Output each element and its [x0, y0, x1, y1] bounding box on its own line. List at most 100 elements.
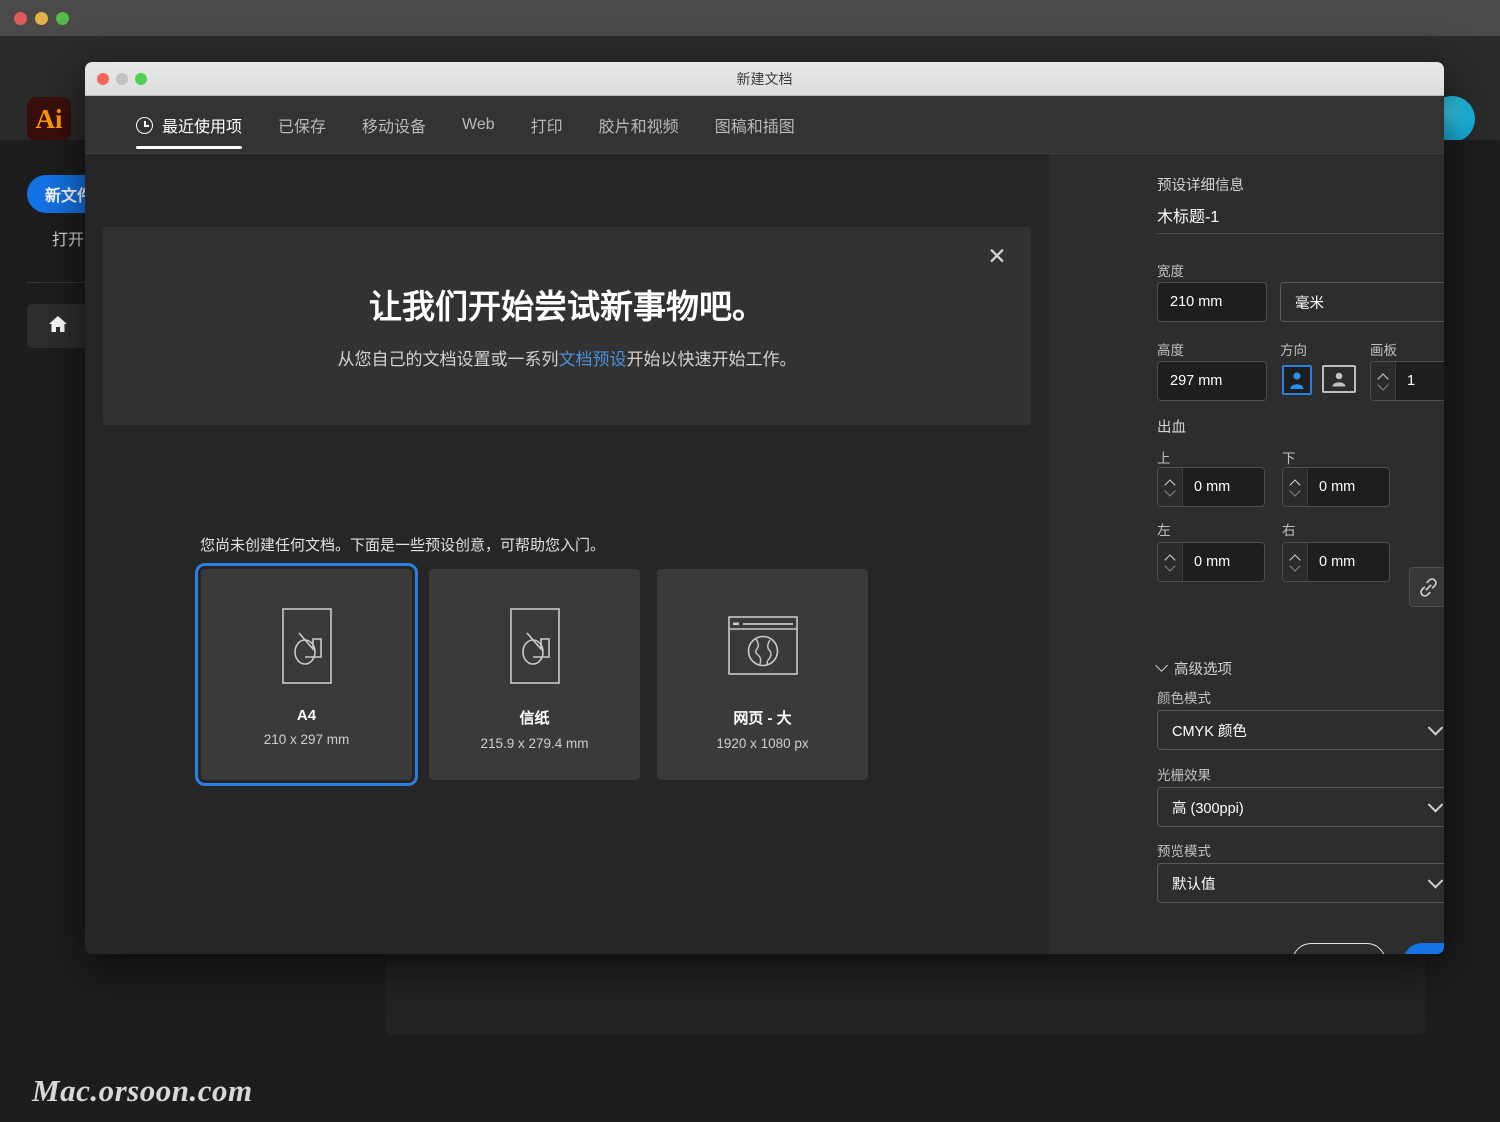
- advanced-options-label: 高级选项: [1174, 662, 1232, 678]
- close-icon[interactable]: ✕: [983, 243, 1011, 271]
- bleed-right-value: 0 mm: [1319, 554, 1356, 570]
- window-minimize-button[interactable]: [35, 12, 48, 25]
- bleed-right-stepper[interactable]: 0 mm: [1282, 542, 1390, 582]
- new-document-dialog: 新建文档 最近使用项 已保存 移动设备 Web 打印 胶片和视频 图稿和插图 ✕…: [85, 62, 1444, 954]
- preset-card-list: A4 210 x 297 mm 信纸 215.9 x 279.4 mm 网页 -…: [195, 563, 868, 786]
- bleed-bottom-label: 下: [1282, 451, 1296, 466]
- open-file-button[interactable]: 打开: [52, 226, 84, 250]
- banner-subtitle: 从您自己的文档设置或一系列文档预设开始以快速开始工作。: [103, 345, 1031, 370]
- chevron-down-icon[interactable]: [1379, 383, 1388, 389]
- link-icon[interactable]: [1409, 567, 1444, 607]
- document-presets-link[interactable]: 文档预设: [559, 350, 627, 369]
- preset-card-a4[interactable]: A4 210 x 297 mm: [195, 563, 418, 786]
- bleed-top-stepper[interactable]: 0 mm: [1157, 467, 1265, 507]
- width-label: 宽度: [1157, 264, 1184, 279]
- banner-subtitle-before: 从您自己的文档设置或一系列: [337, 350, 559, 369]
- stepper-arrows[interactable]: [1283, 468, 1308, 506]
- artboards-label: 画板: [1370, 343, 1397, 358]
- stepper-arrows[interactable]: [1371, 362, 1396, 400]
- tab-label: 已保存: [278, 119, 327, 136]
- tab-art-illustration[interactable]: 图稿和插图: [697, 96, 813, 154]
- window-maximize-button[interactable]: [56, 12, 69, 25]
- banner-subtitle-after: 开始以快速开始工作。: [626, 350, 797, 369]
- preview-mode-select[interactable]: 默认值: [1157, 863, 1444, 903]
- welcome-banner: ✕ 让我们开始尝试新事物吧。 从您自己的文档设置或一系列文档预设开始以快速开始工…: [103, 227, 1031, 425]
- advanced-options-toggle[interactable]: 高级选项: [1155, 658, 1232, 679]
- width-input[interactable]: 210 mm: [1157, 282, 1267, 322]
- chevron-up-icon[interactable]: [1166, 479, 1175, 485]
- home-icon: [47, 314, 69, 339]
- watermark: Mac.orsoon.com: [32, 1073, 253, 1108]
- chevron-down-icon: [1427, 720, 1444, 736]
- bleed-section-label: 出血: [1157, 420, 1186, 436]
- tab-mobile[interactable]: 移动设备: [344, 96, 444, 154]
- stepper-arrows[interactable]: [1283, 543, 1308, 581]
- chevron-down-icon[interactable]: [1166, 564, 1175, 570]
- bleed-top-value: 0 mm: [1194, 479, 1231, 495]
- raster-effects-value: 高 (300ppi): [1172, 800, 1244, 817]
- tab-label: 最近使用项: [162, 119, 243, 136]
- preset-size: 215.9 x 279.4 mm: [480, 736, 589, 751]
- bleed-top-label: 上: [1157, 451, 1171, 466]
- os-window-titlebar: [0, 0, 1500, 36]
- preset-name: 信纸: [519, 710, 550, 727]
- chevron-down-icon[interactable]: [1291, 489, 1300, 495]
- tab-web[interactable]: Web: [444, 96, 513, 154]
- units-value: 毫米: [1295, 295, 1324, 312]
- artboard-icon: [277, 607, 337, 685]
- background-panel: [385, 950, 1425, 1035]
- presets-pane: ✕ 让我们开始尝试新事物吧。 从您自己的文档设置或一系列文档预设开始以快速开始工…: [85, 154, 1049, 954]
- tab-film-video[interactable]: 胶片和视频: [581, 96, 697, 154]
- chevron-up-icon[interactable]: [1291, 479, 1300, 485]
- bleed-right-label: 右: [1282, 523, 1296, 538]
- preset-card-letter[interactable]: 信纸 215.9 x 279.4 mm: [429, 569, 640, 780]
- units-select[interactable]: 毫米: [1280, 282, 1444, 322]
- landscape-icon[interactable]: [1322, 365, 1356, 393]
- dialog-tabbar: 最近使用项 已保存 移动设备 Web 打印 胶片和视频 图稿和插图: [85, 96, 1444, 154]
- color-mode-label: 颜色模式: [1157, 691, 1211, 706]
- bleed-left-stepper[interactable]: 0 mm: [1157, 542, 1265, 582]
- height-input[interactable]: 297 mm: [1157, 361, 1267, 401]
- tab-label: 胶片和视频: [598, 119, 679, 136]
- chevron-up-icon[interactable]: [1379, 373, 1388, 379]
- preset-size: 210 x 297 mm: [263, 732, 350, 747]
- color-mode-value: CMYK 颜色: [1172, 723, 1247, 740]
- preset-name: A4: [296, 707, 317, 724]
- chevron-down-icon: [1427, 797, 1444, 813]
- chevron-up-icon[interactable]: [1291, 554, 1300, 560]
- preset-card-web-large[interactable]: 网页 - 大 1920 x 1080 px: [657, 569, 868, 780]
- bleed-bottom-stepper[interactable]: 0 mm: [1282, 467, 1390, 507]
- artboards-value: 1: [1407, 373, 1416, 389]
- window-close-button[interactable]: [14, 12, 27, 25]
- empty-state-hint: 您尚未创建任何文档。下面是一些预设创意，可帮助您入门。: [200, 537, 606, 554]
- close-button[interactable]: 关闭: [1292, 943, 1386, 954]
- tab-print[interactable]: 打印: [513, 96, 581, 154]
- raster-effects-label: 光栅效果: [1157, 768, 1211, 783]
- tab-recent[interactable]: 最近使用项: [118, 96, 260, 154]
- chevron-down-icon[interactable]: [1291, 564, 1300, 570]
- portrait-icon[interactable]: [1282, 365, 1312, 395]
- chevron-down-icon: [1155, 659, 1168, 672]
- color-mode-select[interactable]: CMYK 颜色: [1157, 710, 1444, 750]
- chevron-down-icon[interactable]: [1166, 489, 1175, 495]
- stepper-arrows[interactable]: [1158, 543, 1183, 581]
- orientation-label: 方向: [1280, 343, 1307, 358]
- tab-label: 图稿和插图: [714, 119, 795, 136]
- document-name-input[interactable]: 木标题-1: [1157, 196, 1444, 234]
- dialog-titlebar: 新建文档: [85, 62, 1444, 96]
- preset-details-title: 预设详细信息: [1157, 178, 1244, 194]
- stepper-arrows[interactable]: [1158, 468, 1183, 506]
- bleed-left-label: 左: [1157, 523, 1171, 538]
- illustrator-logo: Ai: [27, 97, 71, 141]
- tab-saved[interactable]: 已保存: [260, 96, 344, 154]
- banner-title: 让我们开始尝试新事物吧。: [369, 288, 765, 325]
- chevron-up-icon[interactable]: [1166, 554, 1175, 560]
- artboard-icon: [505, 607, 565, 685]
- artboards-stepper[interactable]: 1: [1370, 361, 1444, 401]
- bleed-bottom-value: 0 mm: [1319, 479, 1356, 495]
- height-label: 高度: [1157, 343, 1184, 358]
- raster-effects-select[interactable]: 高 (300ppi): [1157, 787, 1444, 827]
- tab-label: 打印: [530, 119, 563, 136]
- dialog-title: 新建文档: [736, 71, 793, 87]
- bleed-left-value: 0 mm: [1194, 554, 1231, 570]
